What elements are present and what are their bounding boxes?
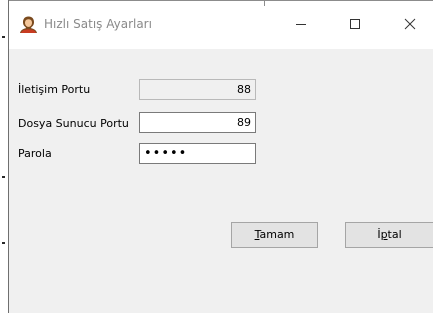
- title-bar-tick: [264, 0, 265, 6]
- maximize-button[interactable]: [332, 0, 378, 49]
- minimize-icon: [296, 24, 306, 25]
- window-title: Hızlı Satış Ayarları: [44, 17, 152, 31]
- port-field[interactable]: [139, 79, 256, 100]
- background-mark: [2, 242, 5, 244]
- close-button[interactable]: [387, 0, 433, 49]
- user-avatar-icon: [20, 16, 37, 33]
- dialog-window: Hızlı Satış Ayarları İletişim Portu Dosy…: [9, 0, 433, 313]
- ok-button[interactable]: Tamam: [231, 222, 318, 248]
- cancel-button[interactable]: İptal: [345, 222, 433, 248]
- minimize-button[interactable]: [278, 0, 324, 49]
- file-server-port-label: Dosya Sunucu Portu: [18, 117, 129, 130]
- background-mark: [2, 176, 5, 178]
- password-label: Parola: [18, 147, 52, 160]
- file-server-port-field[interactable]: [139, 112, 256, 133]
- port-label: İletişim Portu: [18, 83, 91, 96]
- cancel-button-label: İptal: [377, 228, 402, 241]
- background-mark: [2, 36, 5, 38]
- password-field[interactable]: [139, 143, 256, 164]
- background-window-edge: [0, 0, 9, 313]
- close-icon: [404, 18, 416, 30]
- maximize-icon: [350, 19, 360, 29]
- ok-button-label: Tamam: [254, 228, 295, 241]
- title-bar[interactable]: Hızlı Satış Ayarları: [9, 0, 433, 49]
